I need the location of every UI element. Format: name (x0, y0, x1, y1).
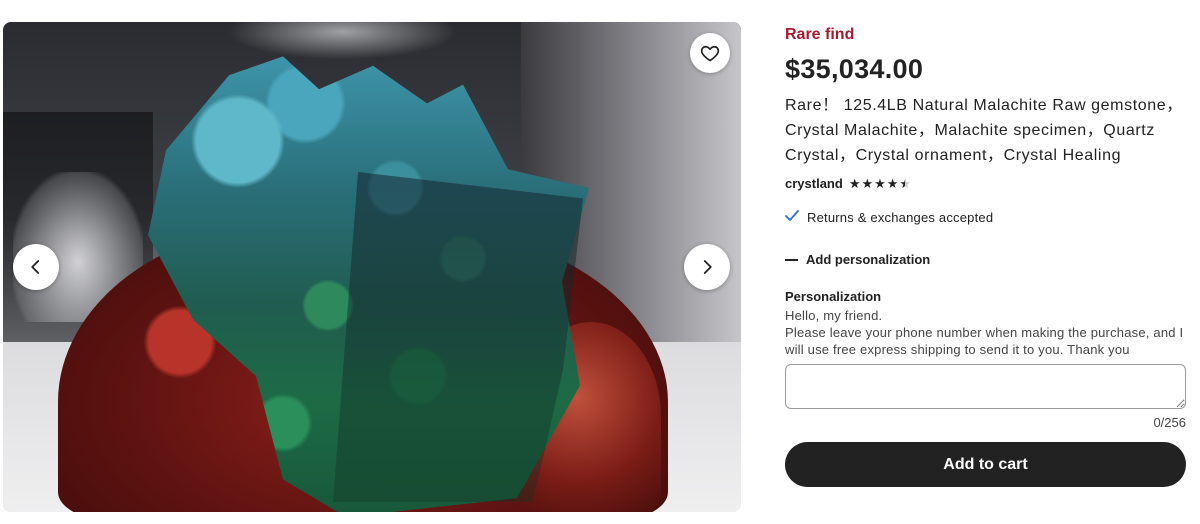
product-price: $35,034.00 (785, 54, 924, 84)
returns-policy: Returns & exchanges accepted (785, 209, 1186, 226)
star-icon: ★ (874, 175, 886, 191)
heart-outline-icon (700, 45, 720, 62)
previous-image-button[interactable] (13, 244, 59, 290)
product-title: Rare！ 125.4LB Natural Malachite Raw gems… (785, 97, 1183, 164)
shop-name-link[interactable]: crystland (785, 176, 843, 191)
favorite-button[interactable] (690, 33, 730, 73)
returns-text: Returns & exchanges accepted (807, 210, 994, 225)
half-star-icon: ★ (899, 177, 911, 190)
minus-icon (785, 258, 798, 261)
chevron-right-icon (703, 260, 712, 274)
add-to-cart-button[interactable]: Add to cart (785, 442, 1186, 487)
star-rating[interactable]: ★ ★ ★ ★ ★ (849, 177, 911, 190)
personalization-greeting: Hello, my friend. (785, 308, 883, 323)
chevron-left-icon (31, 260, 40, 274)
add-personalization-label: Add personalization (806, 252, 931, 267)
character-counter: 0/256 (1153, 415, 1186, 430)
shop-rating-row: crystland ★ ★ ★ ★ ★ (785, 175, 1186, 191)
checkmark-icon (785, 209, 799, 226)
personalization-instructions: Hello, my friend. Please leave your phon… (785, 307, 1186, 358)
next-image-button[interactable] (684, 244, 730, 290)
personalization-input[interactable] (785, 364, 1186, 409)
rare-find-badge: Rare find (785, 26, 855, 43)
product-image (3, 22, 741, 512)
star-icon: ★ (861, 175, 874, 191)
add-personalization-toggle[interactable]: Add personalization (785, 252, 1186, 267)
star-icon: ★ (848, 175, 861, 191)
product-info: Rare find $35,034.00 Rare！ 125.4LB Natur… (785, 26, 1186, 487)
personalization-heading: Personalization (785, 289, 882, 304)
personalization-note: Please leave your phone number when maki… (785, 325, 1184, 357)
star-icon: ★ (886, 175, 899, 191)
